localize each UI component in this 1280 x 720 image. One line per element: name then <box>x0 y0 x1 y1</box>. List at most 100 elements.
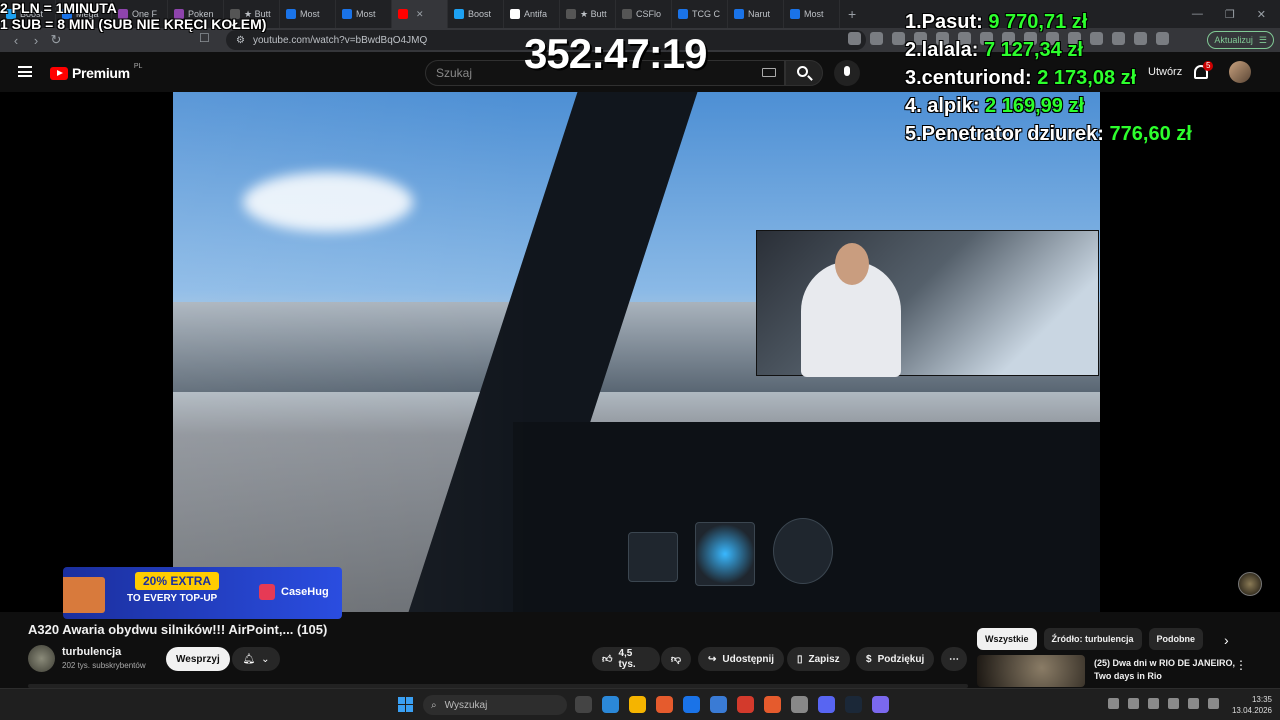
recommendation-thumbnail[interactable] <box>977 655 1085 687</box>
donor-name: 5.Penetrator dziurek: <box>905 123 1104 145</box>
youtube-play-icon <box>50 66 68 80</box>
tab-favicon-icon <box>454 9 464 19</box>
search-button[interactable] <box>785 60 823 86</box>
browser-tab[interactable]: ✕ <box>392 0 448 28</box>
stream-timer: 352:47:19 <box>524 30 707 77</box>
browser-tab[interactable]: Boost <box>448 0 504 28</box>
address-url: youtube.com/watch?v=bBwdBqO4JMQ <box>252 34 428 46</box>
rate-line: 1 SUB = 8 MIN (SUB NIE KRĘCI KOŁEM) <box>0 16 267 32</box>
microphone-icon[interactable] <box>1168 698 1179 709</box>
rate-line: 2 PLN = 1MINUTA <box>0 0 117 16</box>
taskbar-app-icon[interactable] <box>656 696 673 713</box>
filter-chip[interactable]: Wszystkie <box>977 628 1037 650</box>
donor-amount: 7 127,34 zł <box>983 39 1083 61</box>
ad-brand: CaseHug <box>281 586 329 598</box>
browser-tab[interactable]: Antifa <box>504 0 560 28</box>
keyboard-icon[interactable] <box>762 68 776 77</box>
save-label: Zapisz <box>808 653 840 665</box>
minimize-button[interactable]: — <box>1192 8 1203 21</box>
leaderboard-entry: 1.Pasut: 9 770,71 zł <box>905 8 1192 36</box>
close-tab-icon[interactable]: ✕ <box>416 9 424 20</box>
voice-search-button[interactable] <box>834 60 860 86</box>
avatar[interactable] <box>1229 61 1251 83</box>
channel-avatar[interactable] <box>28 645 55 672</box>
channel-watermark-icon[interactable] <box>1238 572 1262 596</box>
like-button[interactable]: 👍︎ 4,5 tys. <box>592 647 660 671</box>
taskbar-app-icon[interactable] <box>764 696 781 713</box>
attitude-indicator <box>695 522 755 586</box>
browser-tab[interactable]: TCG C <box>672 0 728 28</box>
bookmark-star-icon[interactable]: ☐ <box>199 31 210 45</box>
filter-chip[interactable]: Podobne <box>1148 628 1204 650</box>
taskbar-app-icon[interactable] <box>872 696 889 713</box>
donor-amount: 9 770,71 zł <box>988 11 1088 33</box>
cast-icon[interactable] <box>848 32 861 45</box>
taskbar-app-icon[interactable] <box>629 696 646 713</box>
back-button[interactable]: ‹ <box>6 33 26 48</box>
maximize-button[interactable]: ❐ <box>1225 8 1235 21</box>
update-label: Aktualizuj <box>1214 35 1253 45</box>
share-button[interactable]: ↪ Udostępnij <box>698 647 785 671</box>
video-player[interactable]: 20% EXTRA TO EVERY TOP-UP CaseHug <box>0 92 1280 619</box>
forward-button[interactable]: › <box>26 33 46 48</box>
site-info-icon[interactable]: ⚙ <box>236 35 245 46</box>
browser-tab[interactable]: Narut <box>728 0 784 28</box>
reload-button[interactable]: ↻ <box>46 32 66 48</box>
support-button[interactable]: Wesprzyj <box>166 647 230 671</box>
more-vert-icon[interactable]: ⋮ <box>1235 658 1247 672</box>
tab-favicon-icon <box>622 9 632 19</box>
volume-icon[interactable] <box>1208 698 1219 709</box>
browser-tab[interactable]: Most <box>336 0 392 28</box>
taskbar-app-icon[interactable] <box>710 696 727 713</box>
share-label: Udostępnij <box>722 653 775 665</box>
channel-name[interactable]: turbulencja <box>62 646 121 658</box>
windows-taskbar: ⌕ Wyszukaj 13:35 13.04.2026 <box>0 688 1280 720</box>
filter-chips: Wszystkie Źródło: turbulencja Podobne <box>977 628 1204 650</box>
search-placeholder: Szukaj <box>436 66 473 80</box>
system-clock[interactable]: 13:35 13.04.2026 <box>1228 694 1272 716</box>
sponsor-ad-banner[interactable]: 20% EXTRA TO EVERY TOP-UP CaseHug <box>63 567 342 619</box>
taskbar-app-icon[interactable] <box>737 696 754 713</box>
browser-tab[interactable]: Most <box>784 0 840 28</box>
save-button[interactable]: ▯ Zapisz <box>787 647 850 671</box>
recommendation-item[interactable]: (25) Dwa dni w RIO DE JANEIRO, Two days … <box>977 655 1267 687</box>
youtube-logo[interactable]: Premium PL <box>50 63 142 81</box>
clock-date: 13.04.2026 <box>1231 706 1272 715</box>
recommendation-title[interactable]: (25) Dwa dni w RIO DE JANEIRO, Two days … <box>1094 657 1239 683</box>
browser-tab[interactable]: ★ Butt <box>560 0 616 28</box>
notification-settings-button[interactable]: 🔔︎ ⌄ <box>232 647 280 671</box>
taskbar-search-placeholder: Wyszukaj <box>444 699 488 711</box>
taskbar-app-icon[interactable] <box>791 696 808 713</box>
taskbar-app-icon[interactable] <box>602 696 619 713</box>
taskbar-app-icon[interactable] <box>845 696 862 713</box>
thumbs-down-icon: 👎︎ <box>670 654 682 665</box>
onedrive-icon[interactable] <box>1128 698 1139 709</box>
network-icon[interactable] <box>1188 698 1199 709</box>
filter-chip[interactable]: Źródło: turbulencja <box>1043 628 1142 650</box>
new-tab-button[interactable]: + <box>840 6 864 22</box>
taskbar-app-icon[interactable] <box>575 696 592 713</box>
like-count: 4,5 tys. <box>618 648 636 670</box>
tab-label: Narut <box>748 9 771 19</box>
hamburger-menu-icon[interactable] <box>18 66 32 77</box>
tab-favicon-icon <box>342 9 352 19</box>
taskbar-app-icon[interactable] <box>818 696 835 713</box>
ad-headline: 20% EXTRA <box>135 572 220 590</box>
taskbar-search-input[interactable]: ⌕ Wyszukaj <box>423 695 567 715</box>
update-browser-button[interactable]: Aktualizuj ☰ <box>1207 31 1274 49</box>
browser-tab[interactable]: Most <box>280 0 336 28</box>
browser-tab[interactable]: CSFlo <box>616 0 672 28</box>
share-page-icon[interactable] <box>870 32 883 45</box>
extension-icon[interactable] <box>892 32 905 45</box>
camera-icon[interactable] <box>1148 698 1159 709</box>
dislike-button[interactable]: 👎︎ <box>661 647 691 671</box>
stream-rate-overlay: 2 PLN = 1MINUTA 1 SUB = 8 MIN (SUB NIE K… <box>0 0 266 32</box>
window-controls: — ❐ ✕ <box>1192 8 1280 21</box>
close-window-button[interactable]: ✕ <box>1257 8 1266 21</box>
thanks-button[interactable]: $ Podziękuj <box>856 647 935 671</box>
chevron-right-icon[interactable]: › <box>1224 632 1229 648</box>
more-actions-button[interactable]: ⋯ <box>941 647 967 671</box>
windows-start-button[interactable] <box>398 697 413 712</box>
taskbar-app-icon[interactable] <box>683 696 700 713</box>
tray-overflow-icon[interactable] <box>1108 698 1119 709</box>
